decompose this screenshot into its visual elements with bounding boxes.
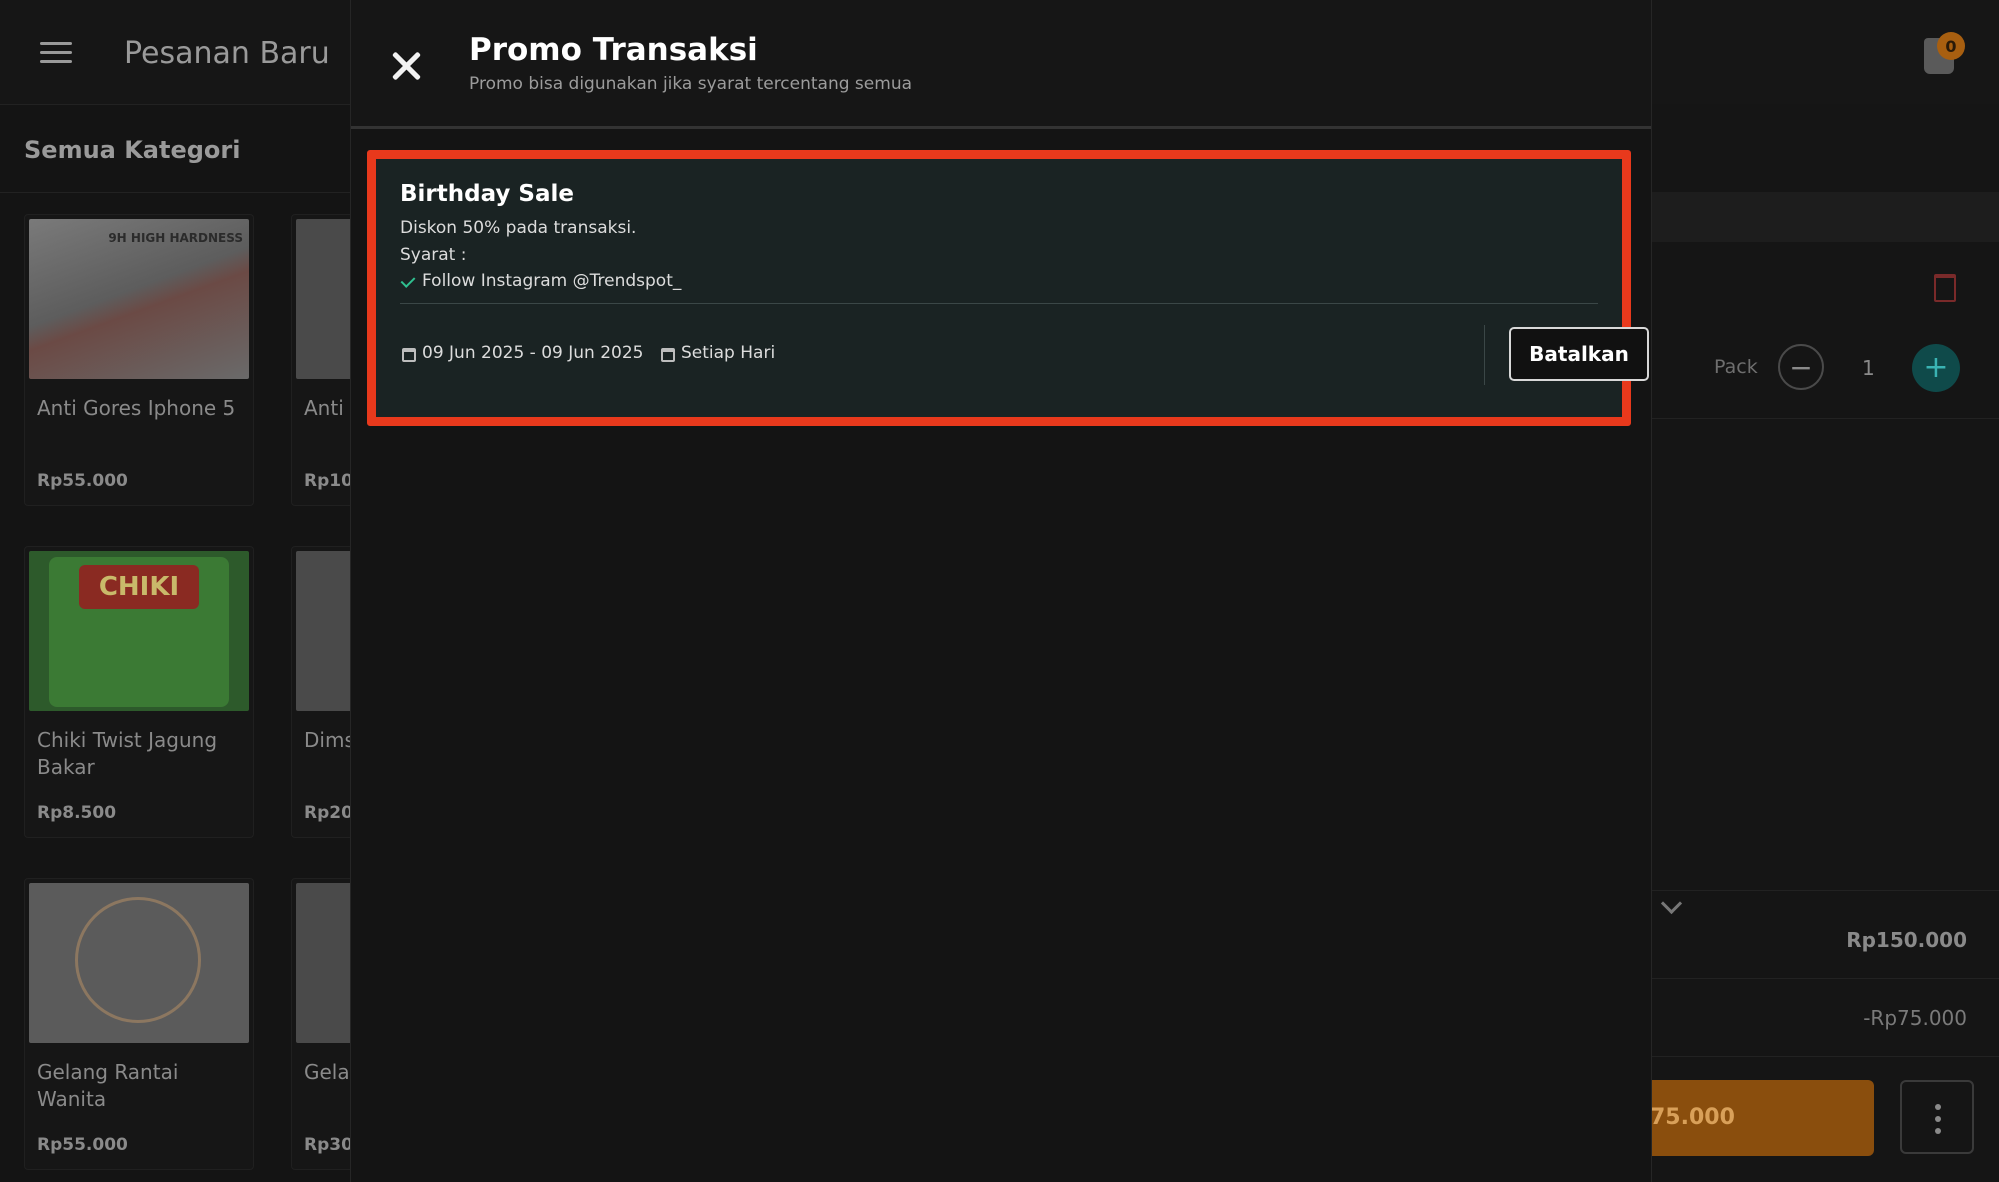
decrease-quantity-button[interactable]: − <box>1778 344 1824 390</box>
product-name: Chiki Twist Jagung Bakar <box>37 728 218 779</box>
menu-icon[interactable] <box>40 42 72 64</box>
calendar-repeat-icon <box>661 348 675 362</box>
unit-label: Pack <box>1714 356 1758 378</box>
requirements-label: Syarat : <box>400 245 467 265</box>
promo-description: Diskon 50% pada transaksi. <box>400 218 637 238</box>
calendar-icon <box>402 348 416 362</box>
product-card[interactable]: CHIKI Chiki Twist Jagung Bakar Rp8.500 <box>24 546 254 838</box>
page-title: Pesanan Baru <box>124 36 330 71</box>
modal-title: Promo Transaksi <box>469 32 758 68</box>
close-icon[interactable] <box>391 50 423 82</box>
order-panel-header <box>1650 192 1999 242</box>
product-image <box>29 883 249 1043</box>
subtotal-value: Rp150.000 <box>1846 928 1967 952</box>
promo-repeat: Setiap Hari <box>681 343 776 363</box>
promo-card[interactable]: Birthday Sale Diskon 50% pada transaksi.… <box>376 159 1649 417</box>
product-image-text: 9H HIGH HARDNESS <box>108 231 243 245</box>
pay-button[interactable]: 75.000 <box>1650 1080 1874 1156</box>
product-card[interactable]: 9H HIGH HARDNESS Anti Gores Iphone 5 Rp5… <box>24 214 254 506</box>
divider <box>400 303 1598 304</box>
more-options-button[interactable] <box>1900 1080 1974 1154</box>
divider <box>1650 890 1999 891</box>
product-image-text: CHIKI <box>79 565 199 609</box>
discount-value: -Rp75.000 <box>1863 1006 1967 1030</box>
cancel-promo-button[interactable]: Batalkan <box>1509 327 1649 381</box>
check-icon <box>400 272 416 288</box>
divider <box>1650 418 1999 419</box>
product-image: 9H HIGH HARDNESS <box>29 219 249 379</box>
cart-count-badge: 0 <box>1937 32 1965 60</box>
product-price: Rp55.000 <box>37 1135 128 1155</box>
pay-amount: 75.000 <box>1650 1105 1735 1130</box>
promo-date-range: 09 Jun 2025 - 09 Jun 2025 <box>422 343 644 363</box>
promo-modal: Promo Transaksi Promo bisa digunakan jik… <box>350 0 1652 1182</box>
product-name: Gelang Rantai Wanita <box>37 1060 179 1111</box>
modal-header: Promo Transaksi Promo bisa digunakan jik… <box>351 0 1651 129</box>
promo-name: Birthday Sale <box>400 181 574 207</box>
category-filter[interactable]: Semua Kategori <box>24 136 240 164</box>
product-image: CHIKI <box>29 551 249 711</box>
divider <box>1650 978 1999 979</box>
product-price: Rp8.500 <box>37 803 117 823</box>
vertical-divider <box>1484 325 1485 385</box>
increase-quantity-button[interactable]: + <box>1912 344 1960 392</box>
product-card[interactable]: Gelang Rantai Wanita Rp55.000 <box>24 878 254 1170</box>
product-name: Anti Gores Iphone 5 <box>37 396 236 420</box>
quantity-value: 1 <box>1862 356 1875 380</box>
modal-subtitle: Promo bisa digunakan jika syarat tercent… <box>469 74 913 94</box>
requirement-text: Follow Instagram @Trendspot_ <box>422 271 682 291</box>
divider <box>1650 1056 1999 1057</box>
product-price: Rp55.000 <box>37 471 128 491</box>
trash-icon[interactable] <box>1934 274 1956 302</box>
requirement-item: Follow Instagram @Trendspot_ <box>400 271 681 291</box>
